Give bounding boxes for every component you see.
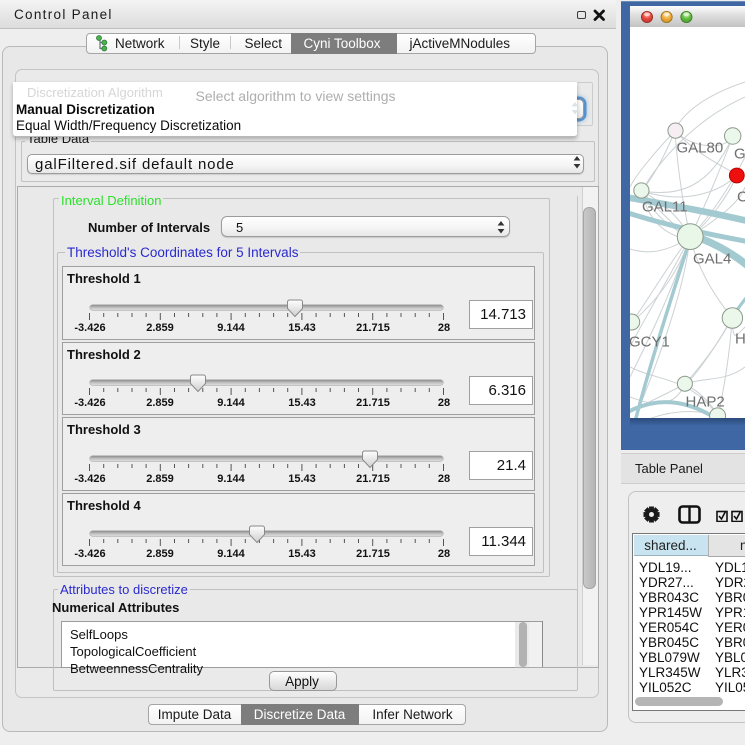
svg-text:GAL11: GAL11 <box>642 199 688 216</box>
svg-text:GAL80: GAL80 <box>677 140 724 157</box>
svg-text:H: H <box>735 331 745 348</box>
svg-text:GA: GA <box>734 146 745 163</box>
svg-text:GAL4: GAL4 <box>693 251 731 268</box>
svg-text:HAP2: HAP2 <box>686 394 725 411</box>
svg-text:C: C <box>737 189 745 206</box>
svg-text:GCY1: GCY1 <box>630 334 670 351</box>
